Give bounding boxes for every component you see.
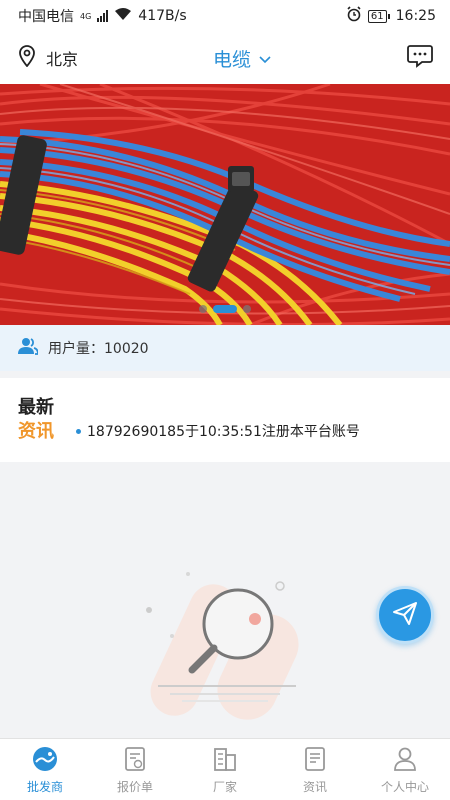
news-heading: 最新 资讯 [18,396,54,444]
publish-button[interactable] [376,586,434,644]
battery-level: 61 [367,9,387,23]
bottom-tab-bar: 批发商 报价单 厂家 资讯 个人中心 [0,738,450,800]
chat-bubble-icon [407,44,433,72]
news-item-text: 18792690185于10:35:51注册本平台账号 [87,424,360,440]
latest-news-section: 最新 资讯 18792690185于10:35:51注册本平台账号 [0,378,450,462]
network-speed: 417B/s [138,8,187,24]
banner-carousel[interactable] [0,84,450,325]
factory-icon [211,745,239,776]
signal-icon [97,10,109,22]
user-count-label: 用户量： [48,341,104,357]
location-selector[interactable]: 北京 [18,45,78,71]
person-icon [391,745,419,776]
cable-bundle-image [0,84,450,325]
users-icon [18,337,39,359]
location-label: 北京 [46,50,79,69]
chevron-down-icon [259,47,271,69]
tab-news[interactable]: 资讯 [270,739,360,800]
news-heading-line2: 资讯 [18,421,54,442]
alarm-icon [346,6,362,26]
wifi-icon [114,7,132,25]
carrier-name: 中国电信 [18,9,74,25]
tab-label: 资讯 [302,779,327,794]
tab-label: 批发商 [26,779,63,794]
carousel-dot[interactable] [243,305,251,313]
tab-quote[interactable]: 报价单 [90,739,180,800]
user-count-value: 10020 [104,341,149,357]
clock-time: 16:25 [395,8,436,24]
location-pin-icon [18,45,36,71]
tab-label: 个人中心 [380,779,429,794]
paper-plane-icon [391,599,419,631]
category-title: 电缆 [213,48,252,71]
globe-icon [31,745,59,776]
news-ticker-item[interactable]: 18792690185于10:35:51注册本平台账号 [76,421,360,441]
carousel-dot[interactable] [199,305,207,313]
top-header: 北京 电缆 [0,32,450,84]
battery-icon: 61 [367,9,390,23]
user-count-bar: 用户量：10020 [0,325,450,371]
tab-profile[interactable]: 个人中心 [360,739,450,800]
status-bar: 中国电信 4G 417B/s 61 16:25 [0,0,450,32]
category-dropdown[interactable]: 电缆 [213,45,271,72]
tab-manufacturer[interactable]: 厂家 [180,739,270,800]
news-heading-line1: 最新 [18,397,54,418]
carousel-dot-active[interactable] [213,305,237,313]
carousel-indicator [0,305,450,313]
network-type: 4G [80,12,92,21]
tab-wholesaler[interactable]: 批发商 [0,739,90,800]
message-button[interactable] [406,44,434,72]
tab-label: 报价单 [116,779,153,794]
quote-doc-icon [121,745,149,776]
bullet-dot-icon [76,428,81,434]
tab-label: 厂家 [212,779,237,794]
news-doc-icon [301,745,329,776]
